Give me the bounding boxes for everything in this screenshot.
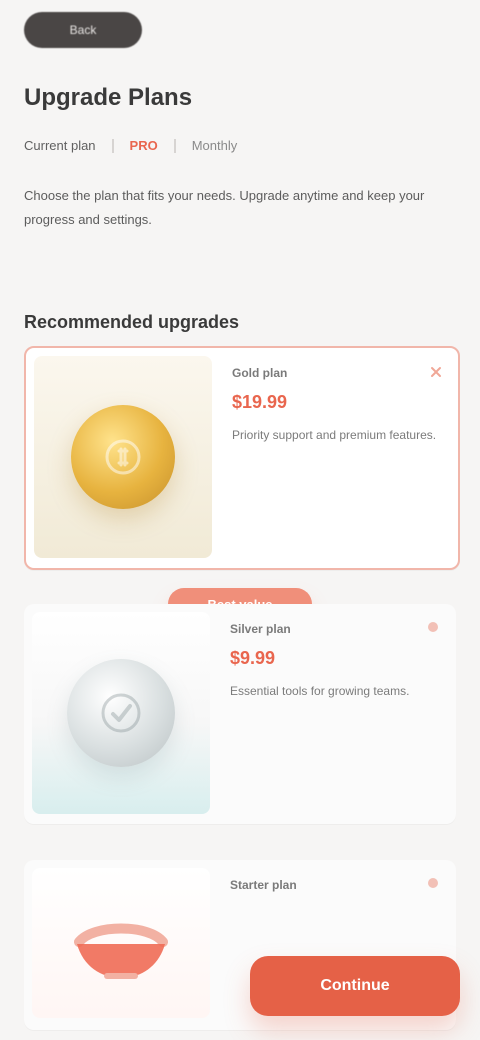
bowl-icon bbox=[61, 898, 181, 988]
plan-card-content: Silver plan $9.99 Essential tools for gr… bbox=[230, 622, 442, 701]
plan-card-gold[interactable]: Gold plan $19.99 Priority support and pr… bbox=[24, 346, 460, 570]
badge-icon bbox=[67, 659, 175, 767]
continue-button[interactable]: Continue bbox=[250, 956, 460, 1016]
coin-icon bbox=[71, 405, 175, 509]
meta-left: Current plan bbox=[24, 138, 96, 153]
page-description: Choose the plan that fits your needs. Up… bbox=[24, 188, 425, 227]
plan-card-silver[interactable]: Silver plan $9.99 Essential tools for gr… bbox=[24, 604, 456, 824]
meta-right: Monthly bbox=[191, 138, 238, 153]
plan-card-kicker: Silver plan bbox=[230, 622, 291, 636]
plan-card-price: $19.99 bbox=[232, 392, 288, 412]
continue-button-label: Continue bbox=[320, 977, 390, 994]
plan-card-media bbox=[32, 612, 210, 814]
plan-card-kicker: Starter plan bbox=[230, 878, 297, 892]
plan-card-media bbox=[34, 356, 212, 558]
plan-card-media bbox=[32, 868, 210, 1018]
meta-separator bbox=[173, 138, 176, 153]
plan-card-kicker: Gold plan bbox=[232, 366, 288, 380]
meta-badge: PRO bbox=[129, 138, 158, 153]
plan-meta: Current plan PRO Monthly bbox=[24, 138, 237, 153]
top-pill[interactable]: Back bbox=[24, 12, 142, 48]
plan-card-content: Gold plan $19.99 Priority support and pr… bbox=[232, 366, 444, 445]
top-pill-label: Back bbox=[69, 23, 97, 37]
plan-card-content: Starter plan bbox=[230, 878, 442, 904]
meta-separator bbox=[111, 138, 114, 153]
section-title: Recommended upgrades bbox=[24, 312, 240, 332]
plan-card-blurb: Essential tools for growing teams. bbox=[230, 684, 410, 698]
plan-card-price: $9.99 bbox=[230, 648, 276, 668]
plan-card-blurb: Priority support and premium features. bbox=[232, 428, 437, 442]
page-title: Upgrade Plans bbox=[24, 84, 193, 111]
